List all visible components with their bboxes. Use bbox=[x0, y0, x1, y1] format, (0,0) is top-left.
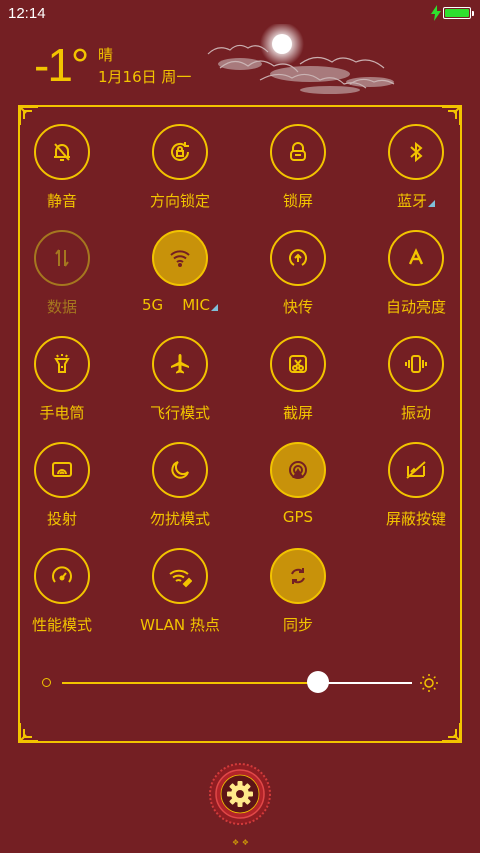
toggle-label: WLAN 热点 bbox=[140, 616, 220, 634]
toggle-wlan-hotspot[interactable]: WLAN 热点 bbox=[121, 548, 239, 648]
brightness-track-fill bbox=[62, 682, 318, 684]
toggle-gps[interactable]: GPS bbox=[239, 442, 357, 542]
lock-icon bbox=[270, 124, 326, 180]
toggle-label: 性能模式 bbox=[31, 616, 92, 634]
toggle-wifi[interactable]: 5G MIC bbox=[121, 230, 239, 330]
toggle-lock-screen[interactable]: 锁屏 bbox=[239, 124, 357, 224]
toggle-label: 数据 bbox=[46, 298, 77, 316]
vibrate-icon bbox=[388, 336, 444, 392]
weather-temperature: -1° bbox=[34, 39, 89, 91]
toggle-label: 屏蔽按键 bbox=[385, 510, 446, 528]
toggle-label: 5G MIC bbox=[121, 296, 239, 314]
toggle-mute[interactable]: 静音 bbox=[3, 124, 121, 224]
moon-clouds-icon bbox=[207, 24, 395, 94]
toggle-sync[interactable]: 同步 bbox=[239, 548, 357, 648]
charging-icon bbox=[431, 5, 441, 21]
brightness-high-icon bbox=[420, 674, 438, 692]
toggle-label: 快传 bbox=[282, 298, 313, 316]
corner-ornament-icon bbox=[19, 723, 38, 742]
brightness-slider[interactable] bbox=[22, 668, 442, 698]
toggle-screenshot[interactable]: 截屏 bbox=[239, 336, 357, 436]
bluetooth-icon bbox=[388, 124, 444, 180]
toggle-airplane-mode[interactable]: 飞行模式 bbox=[121, 336, 239, 436]
weather-date: 1月16日 周一 bbox=[98, 68, 192, 86]
toggle-auto-brightness[interactable]: 自动亮度 bbox=[357, 230, 475, 330]
flashlight-icon bbox=[34, 336, 90, 392]
toggle-label: 振动 bbox=[400, 404, 431, 422]
toggle-label-text: 5G MIC bbox=[141, 296, 211, 314]
page-indicator-icon: ❖ ❖ bbox=[232, 838, 249, 847]
toggle-do-not-disturb[interactable]: 勿扰模式 bbox=[121, 442, 239, 542]
toggle-label: 同步 bbox=[282, 616, 313, 634]
toggle-block-keys[interactable]: 屏蔽按键 bbox=[357, 442, 475, 542]
quick-transfer-icon bbox=[270, 230, 326, 286]
sync-icon bbox=[270, 548, 326, 604]
auto-brightness-icon bbox=[388, 230, 444, 286]
toggle-cast[interactable]: 投射 bbox=[3, 442, 121, 542]
toggle-label: 锁屏 bbox=[282, 192, 313, 210]
brightness-low-icon bbox=[42, 678, 51, 687]
moon-icon bbox=[152, 442, 208, 498]
toggle-vibrate[interactable]: 振动 bbox=[357, 336, 475, 436]
block-keys-icon bbox=[388, 442, 444, 498]
toggle-label: 静音 bbox=[46, 192, 77, 210]
toggle-bluetooth[interactable]: 蓝牙 bbox=[357, 124, 475, 224]
toggle-performance-mode[interactable]: 性能模式 bbox=[3, 548, 121, 648]
toggle-label: 勿扰模式 bbox=[149, 510, 210, 528]
toggle-label-text: 蓝牙 bbox=[396, 192, 427, 210]
speedometer-icon bbox=[34, 548, 90, 604]
more-indicator-icon bbox=[211, 304, 219, 311]
more-indicator-icon bbox=[428, 200, 435, 207]
toggle-label: 投射 bbox=[46, 510, 77, 528]
toggle-label: 手电筒 bbox=[39, 404, 85, 422]
cast-icon bbox=[34, 442, 90, 498]
brightness-track[interactable] bbox=[62, 682, 412, 684]
toggle-flashlight[interactable]: 手电筒 bbox=[3, 336, 121, 436]
toggle-label: 自动亮度 bbox=[385, 298, 446, 316]
wifi-icon bbox=[152, 230, 208, 286]
battery-icon bbox=[443, 7, 474, 19]
airplane-icon bbox=[152, 336, 208, 392]
status-time: 12:14 bbox=[8, 5, 46, 22]
toggle-label: 截屏 bbox=[282, 404, 313, 422]
brightness-thumb[interactable] bbox=[306, 671, 329, 693]
corner-ornament-icon bbox=[442, 723, 461, 742]
toggle-label: GPS bbox=[282, 508, 314, 526]
settings-gear-button[interactable] bbox=[208, 762, 272, 826]
rotation-lock-icon bbox=[152, 124, 208, 180]
toggle-mobile-data[interactable]: 数据 bbox=[3, 230, 121, 330]
toggle-quick-transfer[interactable]: 快传 bbox=[239, 230, 357, 330]
bell-off-icon bbox=[34, 124, 90, 180]
toggle-rotation-lock[interactable]: 方向锁定 bbox=[121, 124, 239, 224]
mobile-data-icon bbox=[34, 230, 90, 286]
screenshot-icon bbox=[270, 336, 326, 392]
gps-icon bbox=[270, 442, 326, 498]
toggle-label: 蓝牙 bbox=[357, 190, 475, 211]
weather-condition: 晴 bbox=[98, 46, 114, 64]
hotspot-icon bbox=[152, 548, 208, 604]
toggle-label: 方向锁定 bbox=[149, 192, 210, 210]
toggle-label: 飞行模式 bbox=[149, 404, 210, 422]
